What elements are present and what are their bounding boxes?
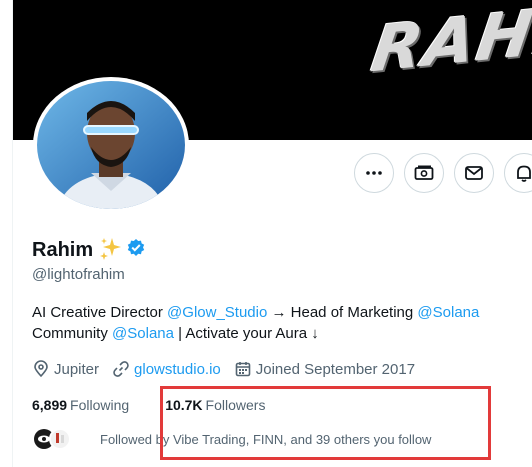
- left-gutter: [0, 0, 13, 467]
- mutual-avatars-image: [32, 427, 71, 451]
- message-button[interactable]: [454, 153, 494, 193]
- bio-line-2: Community @Solana | Activate your Aura ↓: [32, 323, 532, 344]
- subscribe-button[interactable]: [404, 153, 444, 193]
- mail-icon: [465, 166, 483, 180]
- location-pin-icon: [34, 360, 48, 378]
- location-text: Jupiter: [54, 360, 100, 378]
- mention-link[interactable]: @Glow_Studio: [167, 304, 267, 321]
- mention-link[interactable]: @Solana: [417, 304, 479, 321]
- following-link[interactable]: 6,899 Following: [32, 397, 129, 413]
- mutual-avatars: [32, 427, 84, 451]
- profile-name: Rahim: [32, 239, 94, 261]
- profile-handle: @lightofrahim: [32, 266, 125, 283]
- joined-text: Joined September 2017: [255, 360, 416, 378]
- calendar-icon: [235, 362, 251, 377]
- avatar-image: [37, 81, 185, 209]
- following-count: 6,899: [32, 397, 68, 413]
- more-button[interactable]: [354, 153, 394, 193]
- money-icon: [414, 165, 434, 180]
- bio-text: Community: [32, 325, 113, 342]
- profile-bio: AI Creative Director @Glow_Studio → Head…: [32, 302, 532, 344]
- following-label: Following: [70, 397, 130, 413]
- location-item: Jupiter: [32, 360, 99, 378]
- avatar[interactable]: [33, 77, 189, 213]
- profile-name-row: Rahim: [32, 236, 146, 265]
- bio-text: → Head of Marketing: [267, 304, 418, 321]
- notify-button[interactable]: [504, 153, 532, 193]
- highlight-box: [160, 386, 491, 460]
- banner-graffiti-text: RAHI: [366, 0, 532, 88]
- bio-text: AI Creative Director: [32, 304, 168, 321]
- link-icon: [113, 361, 129, 377]
- bell-plus-icon: [517, 165, 531, 182]
- bio-text: | Activate your Aura ↓: [173, 325, 319, 342]
- mention-link[interactable]: @Solana: [112, 325, 174, 342]
- more-icon: [366, 171, 382, 175]
- sparkle-icon: [99, 236, 123, 265]
- verified-badge-icon[interactable]: [126, 238, 146, 263]
- website-link[interactable]: glowstudio.io: [134, 361, 221, 378]
- profile-meta: Jupiter glowstudio.io Joined September 2…: [32, 360, 428, 378]
- bio-line-1: AI Creative Director @Glow_Studio → Head…: [32, 302, 532, 323]
- joined-item: Joined September 2017: [234, 360, 415, 378]
- website-item: glowstudio.io: [112, 360, 221, 378]
